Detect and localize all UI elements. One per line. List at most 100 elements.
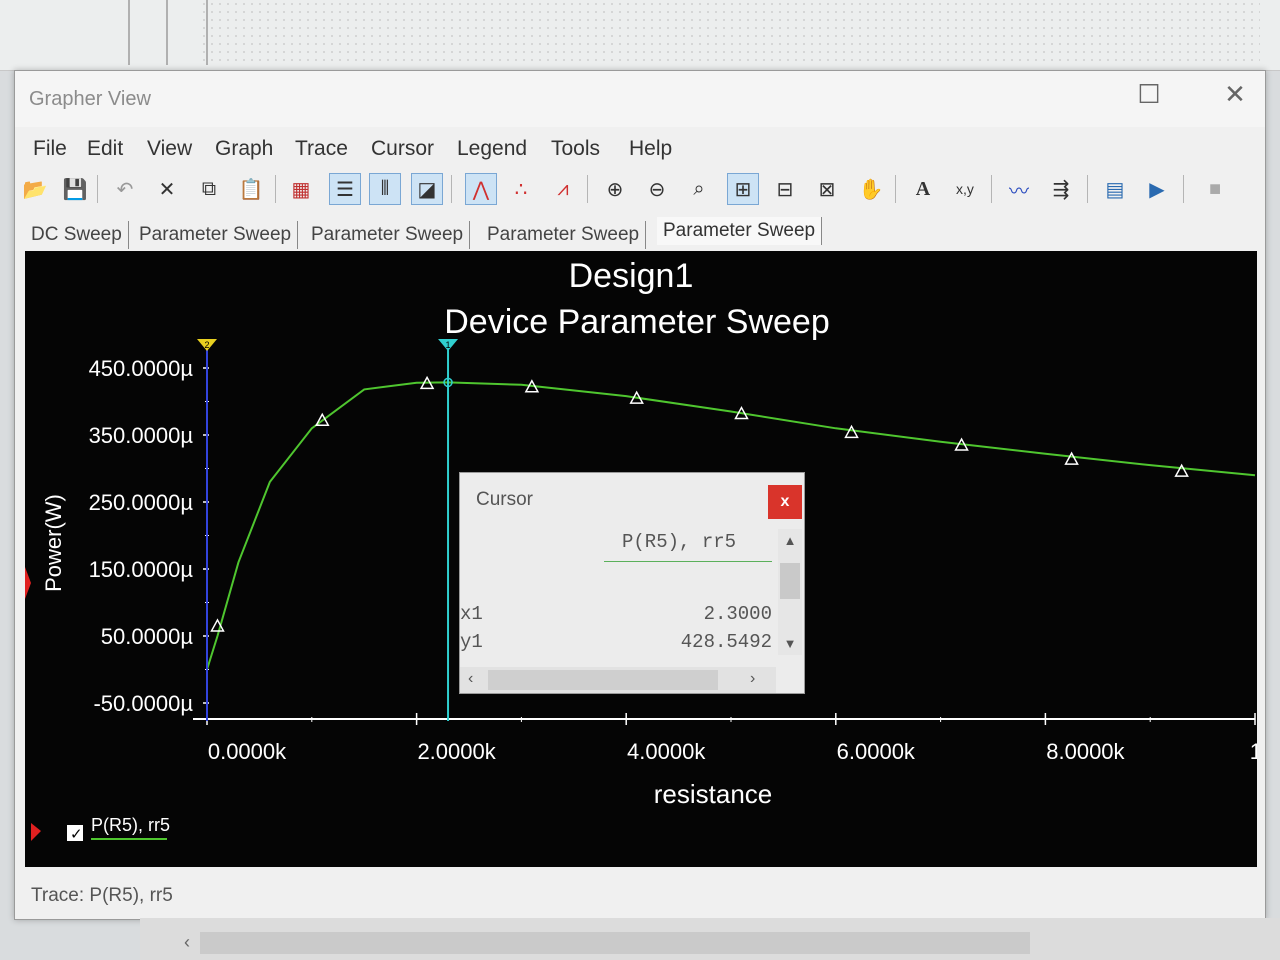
y-tick-label: 250.0000µ bbox=[89, 490, 194, 515]
label-icon[interactable]: x,y bbox=[949, 173, 981, 205]
copy-icon[interactable]: ⧉ bbox=[193, 173, 225, 205]
open-icon[interactable]: 📂 bbox=[19, 173, 51, 205]
x-tick-label: 2.0000k bbox=[417, 739, 496, 764]
toolbar-separator bbox=[1087, 175, 1088, 203]
background-scrollbar: ‹ bbox=[140, 918, 1280, 960]
scroll-down-icon[interactable]: ▼ bbox=[778, 636, 802, 651]
x-tick-label: 8.0000k bbox=[1046, 739, 1125, 764]
background-grid bbox=[200, 0, 1260, 65]
cursor-close-button[interactable]: x bbox=[768, 485, 802, 519]
menu-graph[interactable]: Graph bbox=[211, 135, 277, 163]
markers-icon[interactable]: ∴ bbox=[505, 173, 537, 205]
y-tick-label: -50.0000µ bbox=[93, 691, 193, 716]
tab-parameter-sweep-3[interactable]: Parameter Sweep bbox=[481, 221, 647, 249]
x-tick-label: 4.0000k bbox=[627, 739, 706, 764]
menu-tools[interactable]: Tools bbox=[547, 135, 604, 163]
tab-bar: DC Sweep Parameter Sweep Parameter Sweep… bbox=[25, 217, 1245, 251]
y-tick-label: 450.0000µ bbox=[89, 356, 194, 381]
toolbar-separator bbox=[587, 175, 588, 203]
stop-icon[interactable]: ■ bbox=[1199, 173, 1231, 205]
grid-icon[interactable]: ▦ bbox=[285, 173, 317, 205]
paste-icon[interactable]: 📋 bbox=[235, 173, 267, 205]
cursor-row-y1-value: 428.5492 bbox=[680, 631, 772, 653]
y-tick-label: 150.0000µ bbox=[89, 557, 194, 582]
close-button[interactable]: ✕ bbox=[1215, 79, 1255, 109]
delete-icon[interactable]: ✕ bbox=[151, 173, 183, 205]
legend-selector-marker bbox=[31, 823, 41, 841]
toolbar-separator bbox=[451, 175, 452, 203]
status-bar: Trace: P(R5), rr5 bbox=[15, 879, 1265, 915]
add-trace-icon[interactable]: ⇶ bbox=[1045, 173, 1077, 205]
zoom-full-icon[interactable]: ⊠ bbox=[811, 173, 843, 205]
toolbar-separator bbox=[1183, 175, 1184, 203]
toolbar-separator bbox=[991, 175, 992, 203]
chart-subtitle: Device Parameter Sweep bbox=[444, 303, 830, 341]
tab-dc-sweep[interactable]: DC Sweep bbox=[25, 221, 129, 249]
cursor-row-y1-name: y1 bbox=[460, 631, 483, 653]
menu-edit[interactable]: Edit bbox=[83, 135, 127, 163]
tab-parameter-sweep-2[interactable]: Parameter Sweep bbox=[305, 221, 471, 249]
toolbar-separator bbox=[895, 175, 896, 203]
menu-trace[interactable]: Trace bbox=[291, 135, 352, 163]
export-image-icon[interactable]: ▶ bbox=[1141, 173, 1173, 205]
status-text: Trace: P(R5), rr5 bbox=[31, 885, 173, 906]
save-icon[interactable]: 💾 bbox=[59, 173, 91, 205]
overlay-icon[interactable]: 〰 bbox=[1003, 173, 1035, 205]
tab-parameter-sweep-4[interactable]: Parameter Sweep bbox=[657, 217, 823, 245]
maximize-button[interactable]: ☐ bbox=[1129, 79, 1169, 109]
menu-legend[interactable]: Legend bbox=[453, 135, 531, 163]
cursors-icon[interactable]: ⫴ bbox=[369, 173, 401, 205]
zoom-x-icon[interactable]: ⊞ bbox=[727, 173, 759, 205]
tab-parameter-sweep-1[interactable]: Parameter Sweep bbox=[133, 221, 299, 249]
x-tick-label: 0.0000k bbox=[208, 739, 287, 764]
cursor-column-header: P(R5), rr5 bbox=[622, 531, 737, 553]
graph-area[interactable]: Design1 Device Parameter Sweep Power(W) … bbox=[25, 251, 1257, 867]
checkmark-icon: ✓ bbox=[70, 826, 83, 843]
scroll-left-icon[interactable]: ‹ bbox=[468, 670, 473, 688]
toolbar-separator bbox=[275, 175, 276, 203]
text-icon[interactable]: A bbox=[907, 173, 939, 205]
lines-icon[interactable]: ⋀ bbox=[465, 173, 497, 205]
menu-cursor[interactable]: Cursor bbox=[367, 135, 438, 163]
legend-icon[interactable]: ☰ bbox=[329, 173, 361, 205]
legend[interactable]: ✓ P(R5), rr5 bbox=[31, 815, 170, 843]
cursor-horizontal-scrollbar[interactable]: ‹ › bbox=[460, 667, 776, 693]
toolbar: 📂 💾 ↶ ✕ ⧉ 📋 ▦ ☰ ⫴ ◪ ⋀ ∴ ⩘ ⊕ ⊖ ⌕ ⊞ ⊟ ⊠ ✋ … bbox=[15, 169, 1265, 213]
cursor-id-label: 1 bbox=[446, 340, 451, 350]
x-axis-label: resistance bbox=[654, 779, 773, 809]
background-divider bbox=[166, 0, 168, 65]
data-point-marker bbox=[1064, 451, 1079, 465]
cursor-id-label: 2 bbox=[204, 340, 209, 350]
scroll-right-icon[interactable]: › bbox=[750, 670, 755, 688]
scroll-up-icon[interactable]: ▲ bbox=[778, 533, 802, 548]
menu-file[interactable]: File bbox=[29, 135, 71, 163]
pan-icon[interactable]: ✋ bbox=[855, 173, 887, 205]
scroll-thumb[interactable] bbox=[780, 563, 800, 599]
scroll-left-icon: ‹ bbox=[184, 932, 190, 952]
y-tick-label: 350.0000µ bbox=[89, 423, 194, 448]
zoom-out-icon[interactable]: ⊖ bbox=[641, 173, 673, 205]
cursor-window-title: Cursor bbox=[476, 489, 534, 510]
trace-selector-marker bbox=[25, 567, 31, 599]
x-tick-label: 6.0000k bbox=[837, 739, 916, 764]
export-excel-icon[interactable]: ▤ bbox=[1099, 173, 1131, 205]
title-bar: Grapher View ☐ ✕ bbox=[15, 71, 1265, 127]
undo-icon[interactable]: ↶ bbox=[109, 173, 141, 205]
menu-view[interactable]: View bbox=[143, 135, 196, 163]
window-title: Grapher View bbox=[29, 88, 151, 110]
background-divider bbox=[128, 0, 130, 65]
zoom-area-icon[interactable]: ⌕ bbox=[683, 173, 715, 205]
zoom-in-icon[interactable]: ⊕ bbox=[599, 173, 631, 205]
lines-markers-icon[interactable]: ⩘ bbox=[547, 173, 579, 205]
menu-help[interactable]: Help bbox=[625, 135, 676, 163]
scroll-thumb[interactable] bbox=[488, 670, 718, 690]
background-window bbox=[0, 0, 1280, 71]
cursor-window[interactable]: Cursor x P(R5), rr5 x1 2.3000 y1 428.549… bbox=[459, 472, 805, 694]
legend-label: P(R5), rr5 bbox=[91, 815, 170, 835]
cursor-vertical-scrollbar[interactable]: ▲ ▼ bbox=[778, 529, 802, 655]
chart-title: Design1 bbox=[569, 257, 694, 295]
background-divider bbox=[206, 0, 208, 65]
reverse-colors-icon[interactable]: ◪ bbox=[411, 173, 443, 205]
cursor-row-x1-name: x1 bbox=[460, 603, 483, 625]
zoom-y-icon[interactable]: ⊟ bbox=[769, 173, 801, 205]
